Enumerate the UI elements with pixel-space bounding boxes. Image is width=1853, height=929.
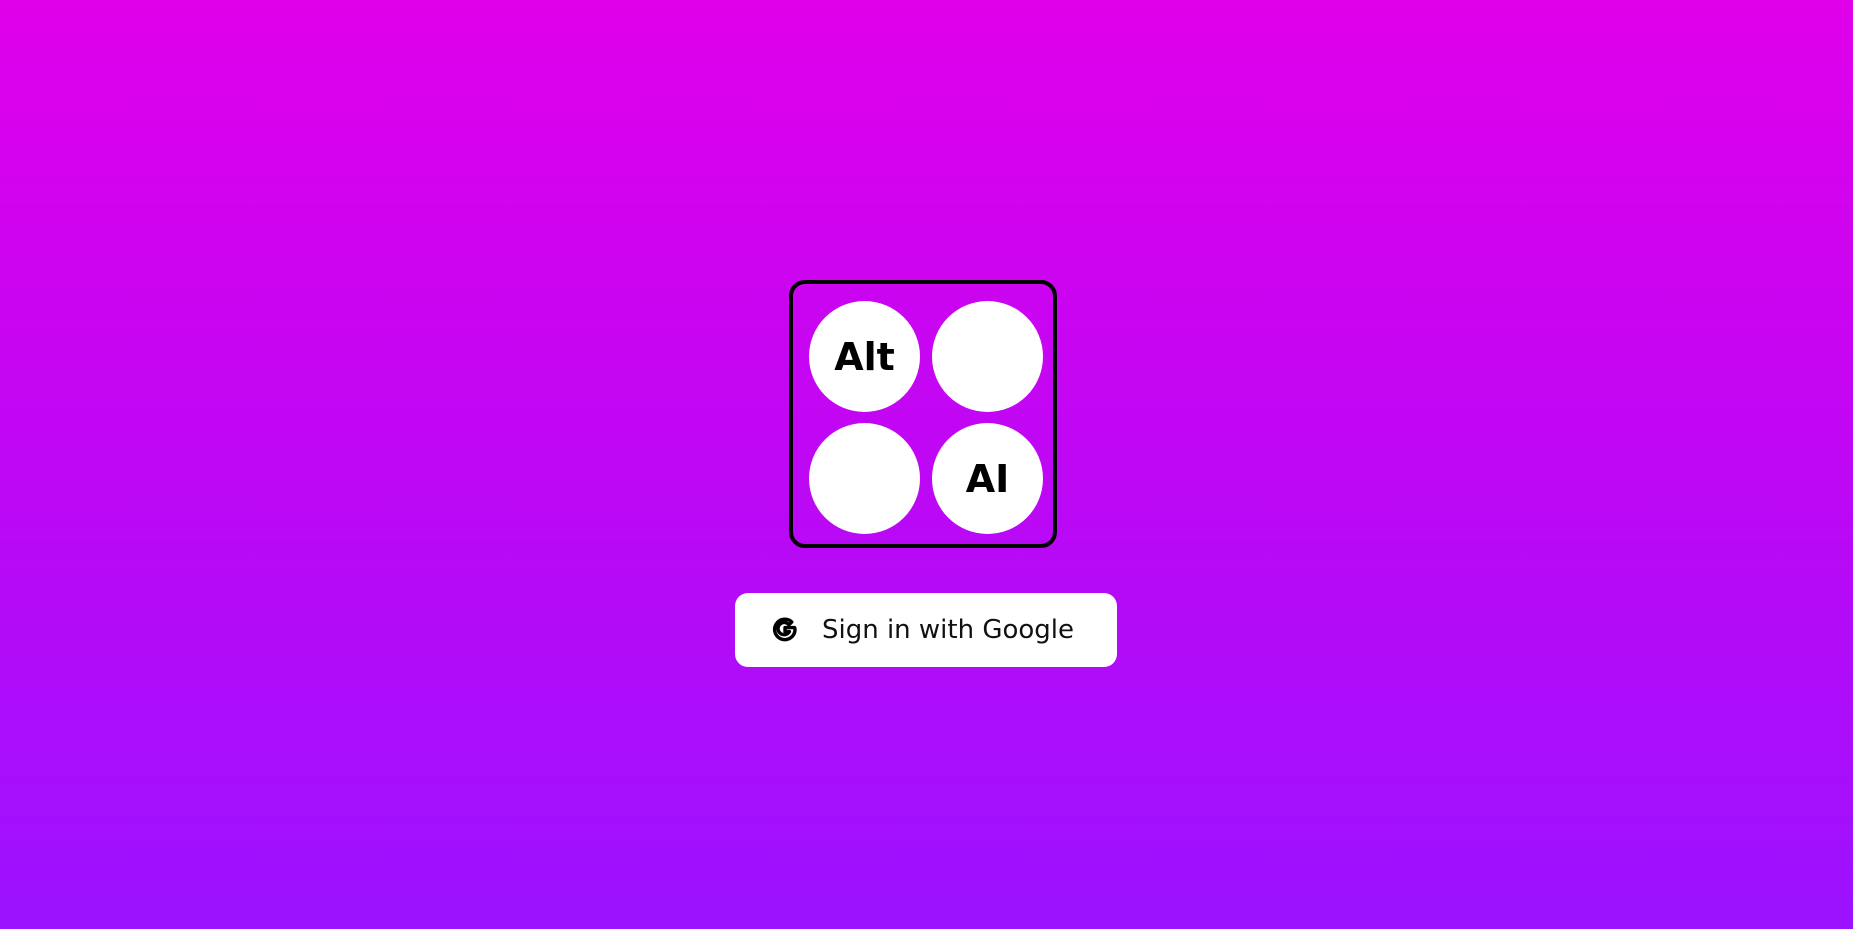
logo-circle-blank-1 bbox=[932, 301, 1043, 412]
google-sign-in-button[interactable]: Sign in with Google bbox=[735, 593, 1117, 667]
logo-circle-alt: Alt bbox=[809, 301, 920, 412]
logo-circle-blank-2 bbox=[809, 423, 920, 534]
sign-in-label: Sign in with Google bbox=[821, 615, 1075, 645]
logo-circle-ai: AI bbox=[932, 423, 1043, 534]
google-g-icon bbox=[770, 615, 800, 645]
app-logo: Alt AI bbox=[789, 280, 1057, 548]
